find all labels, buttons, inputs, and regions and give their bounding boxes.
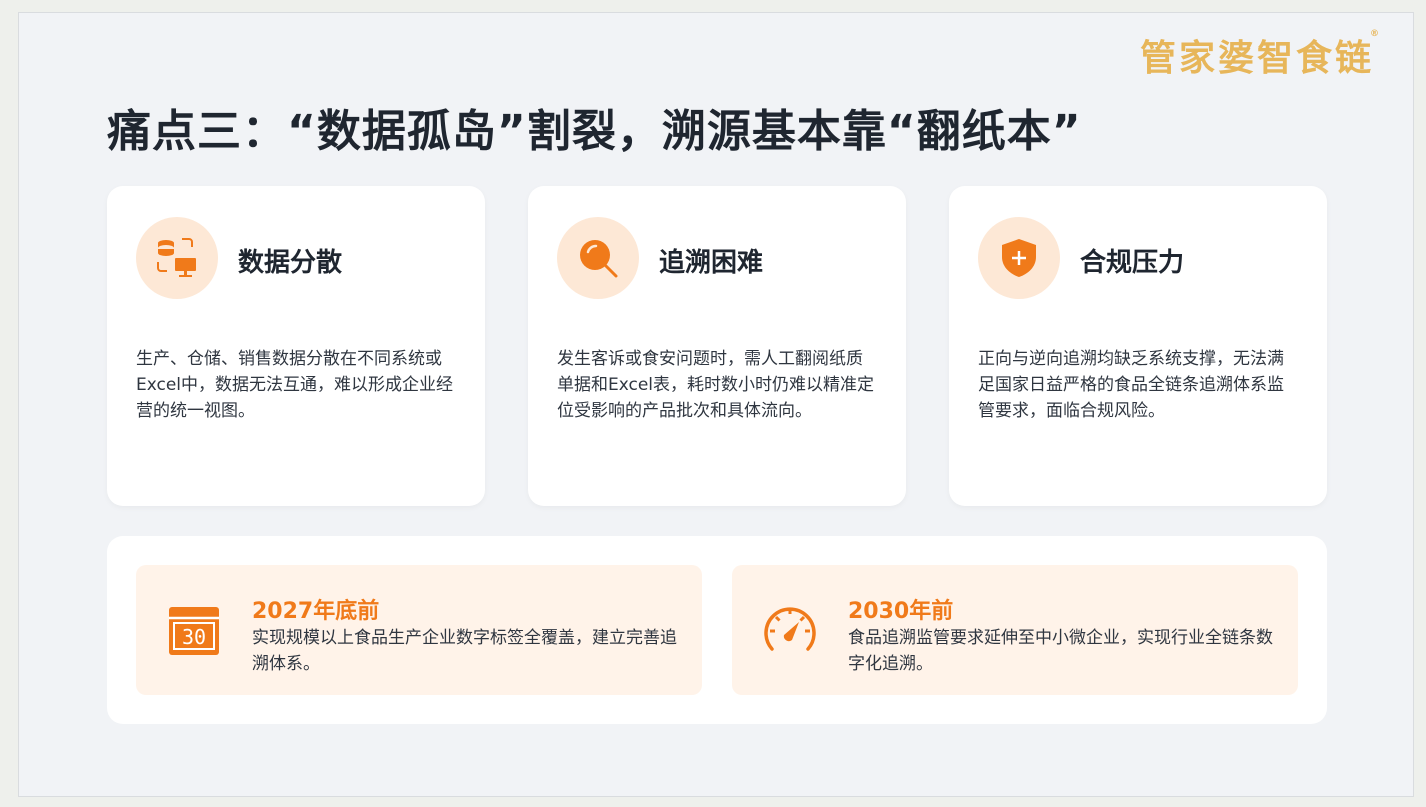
search-icon bbox=[557, 217, 639, 299]
card-description: 发生客诉或食安问题时，需人工翻阅纸质单据和Excel表，耗时数小时仍难以精准定位… bbox=[557, 349, 875, 421]
svg-text:30: 30 bbox=[182, 625, 206, 649]
page-title: 痛点三：“数据孤岛”割裂，溯源基本靠“翻纸本” bbox=[107, 106, 1082, 157]
card-title: 追溯困难 bbox=[659, 248, 764, 278]
card-data-scattered: 数据分散 生产、仓储、销售数据分散在不同系统或Excel中，数据无法互通，难以形… bbox=[107, 186, 485, 506]
milestone-description: 实现规模以上食品生产企业数字标签全覆盖，建立完善追溯体系。 bbox=[252, 628, 677, 674]
slide: 管家婆智食链® 痛点三：“数据孤岛”割裂，溯源基本靠“翻纸本” 数据分散 生产、… bbox=[18, 12, 1414, 797]
card-description: 正向与逆向追溯均缺乏系统支撑，无法满足国家日益严格的食品全链条追溯体系监管要求，… bbox=[978, 349, 1284, 421]
brand-logo: 管家婆智食链® bbox=[1139, 29, 1379, 79]
database-monitor-icon bbox=[136, 217, 218, 299]
card-hard-to-trace: 追溯困难 发生客诉或食安问题时，需人工翻阅纸质单据和Excel表，耗时数小时仍难… bbox=[528, 186, 906, 506]
milestones-panel: 30 2027年底前 实现规模以上食品生产企业数字标签全覆盖，建立完善追溯体系。… bbox=[107, 536, 1327, 724]
speedometer-icon bbox=[760, 601, 820, 661]
milestone-2027: 30 2027年底前 实现规模以上食品生产企业数字标签全覆盖，建立完善追溯体系。 bbox=[136, 565, 702, 695]
milestone-description: 食品追溯监管要求延伸至中小微企业，实现行业全链条数字化追溯。 bbox=[848, 628, 1273, 674]
card-title: 数据分散 bbox=[238, 248, 343, 278]
card-title: 合规压力 bbox=[1080, 248, 1185, 278]
milestone-2030: 2030年前 食品追溯监管要求延伸至中小微企业，实现行业全链条数字化追溯。 bbox=[732, 565, 1298, 695]
card-compliance-pressure: 合规压力 正向与逆向追溯均缺乏系统支撑，无法满足国家日益严格的食品全链条追溯体系… bbox=[949, 186, 1327, 506]
milestone-year: 2030年前 bbox=[848, 599, 954, 624]
card-description: 生产、仓储、销售数据分散在不同系统或Excel中，数据无法互通，难以形成企业经营… bbox=[136, 349, 454, 421]
milestone-year: 2027年底前 bbox=[252, 599, 380, 624]
calendar-icon: 30 bbox=[164, 601, 224, 661]
shield-plus-icon bbox=[978, 217, 1060, 299]
